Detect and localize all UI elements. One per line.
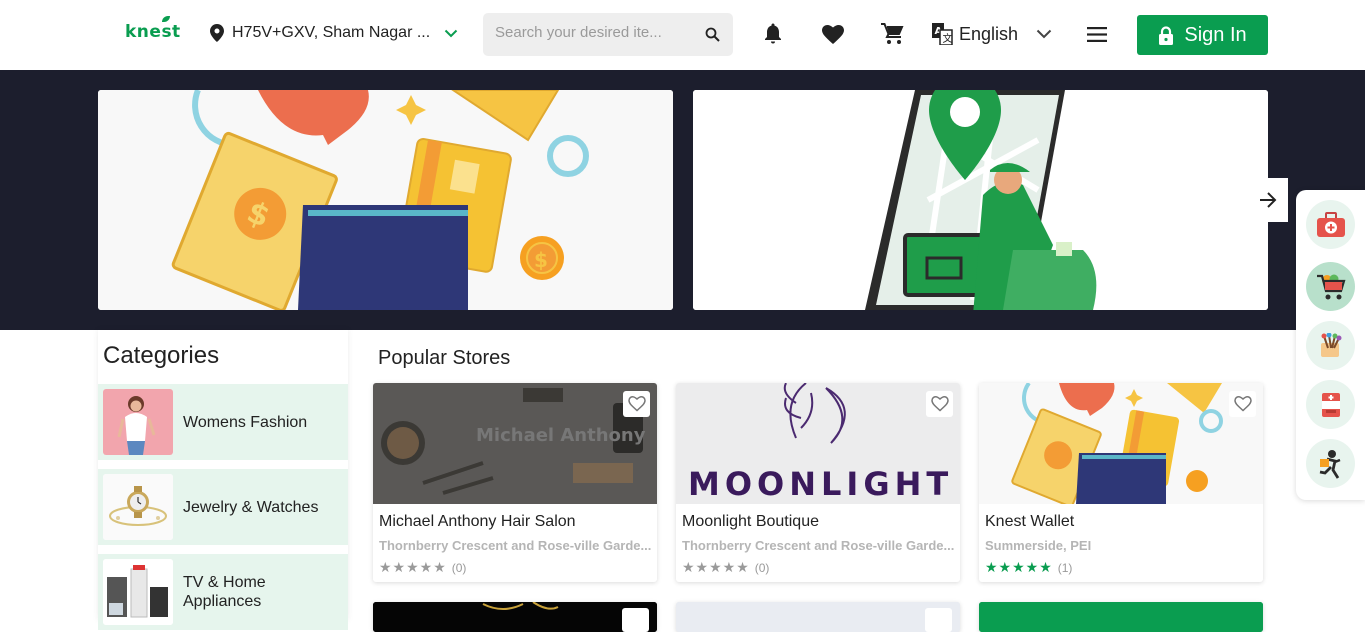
heart-outline-icon <box>627 396 646 412</box>
store-rating: ★★★★★ (1) <box>985 559 1072 576</box>
rating-count: (0) <box>451 560 467 575</box>
logo-text: knest <box>125 22 181 42</box>
banner-slide-wallet[interactable]: $ $ <box>98 90 673 310</box>
store-card[interactable]: MOONLIGHT Moonlight Boutique Thornberry … <box>676 383 960 582</box>
search-bar <box>483 13 733 56</box>
store-image-text: MOONLIGHT <box>688 465 953 503</box>
language-selector[interactable]: A文 English <box>932 23 1052 45</box>
category-label: Womens Fashion <box>183 413 308 431</box>
heart-icon[interactable] <box>822 25 844 44</box>
store-image: MOONLIGHT <box>676 383 960 504</box>
category-label: Jewelry & Watches <box>183 498 319 516</box>
promo-banner-carousel: $ $ <box>0 70 1365 330</box>
store-card-partial[interactable] <box>373 602 657 632</box>
sign-in-label: Sign In <box>1184 23 1247 46</box>
store-address: Thornberry Crescent and Rose-ville Garde… <box>682 538 955 553</box>
search-input[interactable] <box>495 24 685 41</box>
top-header: knest H75V+GXV, Sham Nagar ... A文 Englis… <box>0 0 1365 70</box>
rating-count: (0) <box>754 560 770 575</box>
quick-category-grocery[interactable] <box>1306 262 1355 311</box>
wallet-illustration: $ $ <box>98 90 673 310</box>
category-label: TV & Home Appliances <box>183 574 266 610</box>
map-pin-icon <box>210 24 224 42</box>
language-label: English <box>959 23 1019 44</box>
store-image <box>979 383 1263 504</box>
star-rating-icon: ★★★★★ <box>682 559 750 575</box>
location-selector[interactable]: H75V+GXV, Sham Nagar ... <box>210 24 458 42</box>
medicine-box-icon <box>1321 392 1340 417</box>
heart-outline-icon <box>1233 396 1252 412</box>
knest-logo[interactable]: knest <box>125 16 181 42</box>
store-image: Michael Anthony <box>373 383 657 504</box>
bell-icon[interactable] <box>763 23 783 45</box>
store-address: Summerside, PEI <box>985 538 1092 553</box>
hamburger-menu-icon[interactable] <box>1087 27 1107 42</box>
category-item-womens-fashion[interactable]: Womens Fashion <box>98 384 348 460</box>
delivery-illustration <box>693 90 1268 310</box>
cart-icon[interactable] <box>881 23 904 45</box>
store-card[interactable]: Michael Anthony Michael Anthony Hair Sal… <box>373 383 657 582</box>
svg-text:$: $ <box>534 248 548 272</box>
favorite-button[interactable] <box>623 391 650 417</box>
womens-fashion-image <box>103 389 173 455</box>
banner-slide-delivery[interactable] <box>693 90 1268 310</box>
delivery-person-icon <box>1319 449 1340 479</box>
categories-title: Categories <box>103 342 220 369</box>
store-card-partial[interactable] <box>979 602 1263 632</box>
chevron-down-icon <box>1036 29 1052 39</box>
store-rating: ★★★★★ (0) <box>379 559 466 576</box>
carousel-next-button[interactable] <box>1248 178 1288 222</box>
store-image-partial <box>676 602 960 632</box>
store-image-text: Michael Anthony <box>476 425 646 446</box>
star-rating-icon: ★★★★★ <box>379 559 447 575</box>
quick-category-art[interactable] <box>1306 321 1355 370</box>
store-image-partial <box>373 602 657 632</box>
first-aid-kit-icon <box>1316 211 1345 237</box>
store-card[interactable]: Knest Wallet Summerside, PEI ★★★★★ (1) <box>979 383 1263 582</box>
store-card-partial[interactable] <box>676 602 960 632</box>
store-name: Michael Anthony Hair Salon <box>379 513 576 530</box>
jewelry-watches-image <box>103 474 173 540</box>
arrow-right-icon <box>1260 192 1277 208</box>
translate-icon: A文 <box>932 23 953 45</box>
store-name: Moonlight Boutique <box>682 513 819 530</box>
category-item-tv-home-appliances[interactable]: TV & Home Appliances <box>98 554 348 630</box>
store-name: Knest Wallet <box>985 513 1075 530</box>
sign-in-button[interactable]: Sign In <box>1137 15 1268 55</box>
svg-text:文: 文 <box>943 32 953 45</box>
category-item-jewelry-watches[interactable]: Jewelry & Watches <box>98 469 348 545</box>
rating-count: (1) <box>1057 560 1073 575</box>
heart-outline-icon <box>930 396 949 412</box>
store-image-partial <box>979 602 1263 632</box>
paint-brushes-icon <box>1320 332 1341 357</box>
star-rating-icon: ★★★★★ <box>985 559 1053 575</box>
favorite-button[interactable] <box>926 391 953 417</box>
store-address: Thornberry Crescent and Rose-ville Garde… <box>379 538 652 553</box>
tv-home-appliances-image <box>103 559 173 625</box>
quick-category-pharmacy-box[interactable] <box>1306 380 1355 429</box>
shopping-cart-icon <box>1316 274 1345 299</box>
categories-panel: Categories Womens Fashion Jewelry & Watc… <box>98 330 348 630</box>
favorite-button[interactable] <box>1229 391 1256 417</box>
search-icon[interactable] <box>705 27 720 42</box>
location-text: H75V+GXV, Sham Nagar ... <box>232 24 431 41</box>
quick-category-pharmacy[interactable] <box>1306 200 1355 249</box>
lock-icon <box>1159 25 1174 45</box>
chevron-down-icon <box>444 29 458 37</box>
quick-category-courier[interactable] <box>1306 439 1355 488</box>
popular-stores-title: Popular Stores <box>378 347 511 369</box>
quick-category-bar <box>1296 190 1365 500</box>
store-rating: ★★★★★ (0) <box>682 559 769 576</box>
